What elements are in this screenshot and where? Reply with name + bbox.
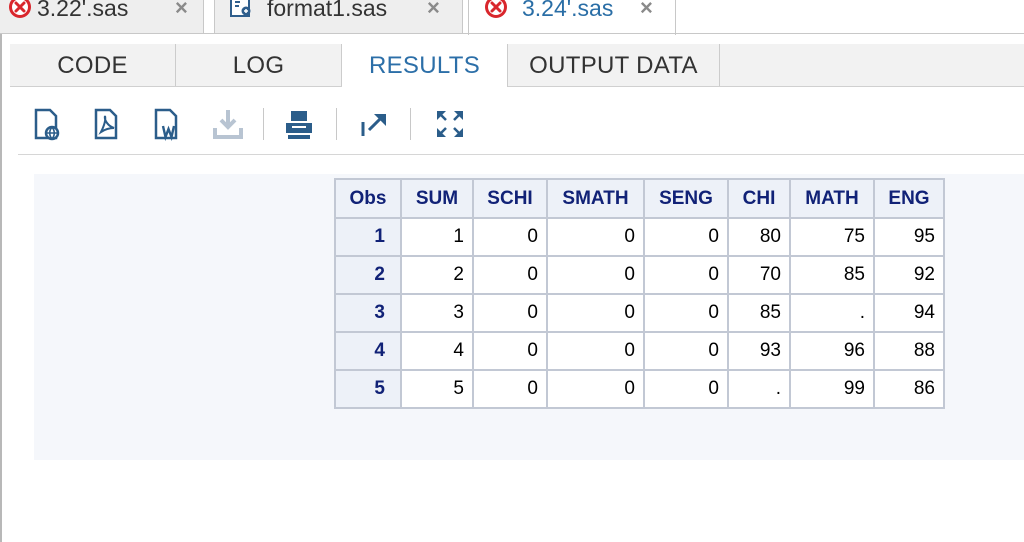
column-header: Obs xyxy=(334,178,402,219)
table-cell: 0 xyxy=(643,369,729,409)
table-cell: 95 xyxy=(873,217,945,257)
table-cell: 0 xyxy=(472,293,548,333)
maximize-button[interactable] xyxy=(432,106,468,142)
table-cell: 88 xyxy=(873,331,945,371)
obs-cell: 5 xyxy=(334,369,402,409)
open-new-window-button[interactable] xyxy=(356,106,392,142)
table-cell: 0 xyxy=(472,331,548,371)
print-icon xyxy=(286,111,312,139)
table-cell: 0 xyxy=(546,331,645,371)
table-cell: 4 xyxy=(400,331,474,371)
table-cell: 96 xyxy=(789,331,875,371)
table-cell: 86 xyxy=(873,369,945,409)
file-tab-name: 3.22'.sas xyxy=(37,0,129,21)
rtf-download-icon xyxy=(154,108,178,142)
tab-output-data[interactable]: OUTPUT DATA xyxy=(508,44,720,86)
download-button[interactable] xyxy=(210,106,246,142)
table-cell: 99 xyxy=(789,369,875,409)
column-header: CHI xyxy=(727,178,791,219)
close-icon[interactable]: × xyxy=(427,0,440,21)
view-tab-bar: CODE LOG RESULTS OUTPUT DATA xyxy=(10,44,1024,87)
obs-cell: 1 xyxy=(334,217,402,257)
file-tab-bar: 3.22'.sas × format1.sas × 3.24'.sas × xyxy=(0,0,1024,35)
column-header: MATH xyxy=(789,178,875,219)
table-header-row: Obs SUM SCHI SMATH SENG CHI MATH ENG xyxy=(334,178,945,219)
tab-code[interactable]: CODE xyxy=(10,44,176,86)
program-icon xyxy=(230,0,251,17)
download-icon xyxy=(213,110,243,139)
table-cell: 75 xyxy=(789,217,875,257)
table-row: 3 3 0 0 0 85 . 94 xyxy=(334,293,945,333)
table-cell: 2 xyxy=(400,255,474,295)
close-icon[interactable]: × xyxy=(640,0,653,21)
file-tab-3-22[interactable]: 3.22'.sas × xyxy=(0,0,204,34)
close-icon[interactable]: × xyxy=(175,0,188,21)
window-left-border xyxy=(0,34,2,542)
table-cell: 0 xyxy=(472,369,548,409)
table-cell: 5 xyxy=(400,369,474,409)
file-tab-format1[interactable]: format1.sas × xyxy=(214,0,463,34)
table-cell: 70 xyxy=(727,255,791,295)
table-row: 5 5 0 0 0 . 99 86 xyxy=(334,369,945,409)
table-row: 2 2 0 0 0 70 85 92 xyxy=(334,255,945,295)
file-tab-name: format1.sas xyxy=(267,0,388,21)
print-button[interactable] xyxy=(282,106,318,142)
open-new-window-icon xyxy=(361,114,386,136)
tab-results[interactable]: RESULTS xyxy=(342,44,508,87)
results-viewer: Obs SUM SCHI SMATH SENG CHI MATH ENG 1 1… xyxy=(34,174,1024,460)
table-cell: 0 xyxy=(546,255,645,295)
html-download-icon xyxy=(34,108,60,141)
table-cell: 0 xyxy=(472,255,548,295)
table-cell: 3 xyxy=(400,293,474,333)
pdf-download-button[interactable] xyxy=(90,106,126,142)
table-cell: 94 xyxy=(873,293,945,333)
file-tab-3-24[interactable]: 3.24'.sas × xyxy=(468,0,676,35)
column-header: SENG xyxy=(643,178,729,219)
obs-cell: 4 xyxy=(334,331,402,371)
column-header: SMATH xyxy=(546,178,645,219)
column-header: ENG xyxy=(873,178,945,219)
table-cell: 0 xyxy=(643,217,729,257)
table-cell: 85 xyxy=(727,293,791,333)
toolbar-separator xyxy=(410,108,411,140)
results-toolbar xyxy=(18,96,1024,155)
table-cell: 0 xyxy=(643,331,729,371)
results-table: Obs SUM SCHI SMATH SENG CHI MATH ENG 1 1… xyxy=(334,178,945,409)
obs-cell: 3 xyxy=(334,293,402,333)
sas-studio-window: 3.22'.sas × format1.sas × 3.24'.sas × CO… xyxy=(0,0,1024,542)
pdf-download-icon xyxy=(94,108,118,140)
table-cell: 80 xyxy=(727,217,791,257)
error-icon xyxy=(485,0,507,18)
toolbar-separator xyxy=(263,108,264,140)
table-cell: . xyxy=(789,293,875,333)
table-row: 4 4 0 0 0 93 96 88 xyxy=(334,331,945,371)
column-header: SCHI xyxy=(472,178,548,219)
table-cell: 0 xyxy=(546,217,645,257)
frame-divider xyxy=(0,33,1024,34)
table-cell: . xyxy=(727,369,791,409)
table-cell: 0 xyxy=(643,255,729,295)
table-cell: 0 xyxy=(472,217,548,257)
table-cell: 1 xyxy=(400,217,474,257)
obs-cell: 2 xyxy=(334,255,402,295)
maximize-icon xyxy=(437,111,463,137)
table-cell: 93 xyxy=(727,331,791,371)
table-cell: 0 xyxy=(546,369,645,409)
error-icon xyxy=(9,0,31,18)
file-tab-name: 3.24'.sas xyxy=(522,0,614,21)
table-cell: 92 xyxy=(873,255,945,295)
column-header: SUM xyxy=(400,178,474,219)
table-cell: 0 xyxy=(546,293,645,333)
rtf-download-button[interactable] xyxy=(150,106,186,142)
table-row: 1 1 0 0 0 80 75 95 xyxy=(334,217,945,257)
table-cell: 85 xyxy=(789,255,875,295)
table-cell: 0 xyxy=(643,293,729,333)
tab-log[interactable]: LOG xyxy=(176,44,342,86)
html-download-button[interactable] xyxy=(30,106,66,142)
toolbar-separator xyxy=(336,108,337,140)
